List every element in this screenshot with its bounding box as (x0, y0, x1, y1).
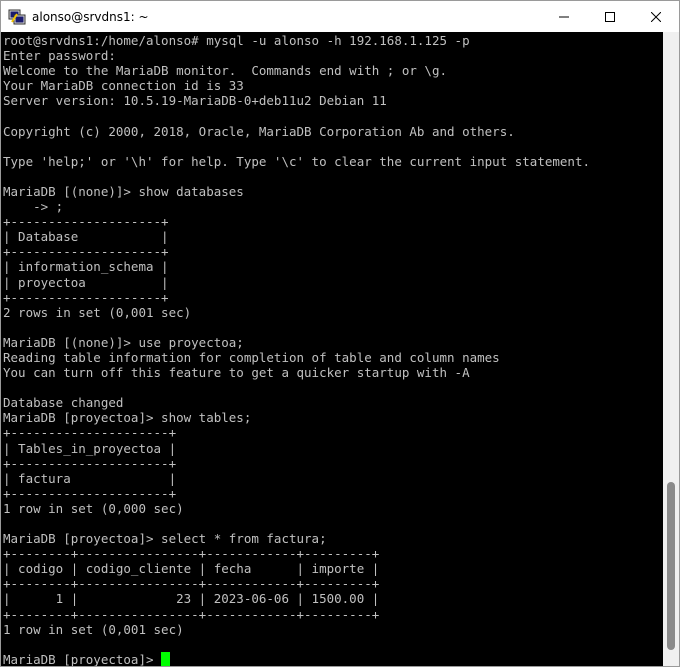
terminal-line: MariaDB [(none)]> show databases (3, 183, 244, 199)
terminal-line: +--------------------+ (3, 214, 169, 230)
terminal-line: +---------------------+ (3, 485, 177, 501)
scrollbar-thumb[interactable] (667, 482, 675, 650)
terminal-line: | 1 | 23 | 2023-06-06 | 1500.00 | (3, 591, 380, 607)
prompt-line: MariaDB [proyectoa]> (3, 651, 663, 666)
text-cursor (161, 651, 171, 666)
maximize-icon (605, 11, 615, 22)
terminal-line: +--------+----------------+------------+… (3, 576, 380, 592)
terminal-line: Your MariaDB connection id is 33 (3, 78, 244, 94)
terminal-line: MariaDB [proyectoa]> show tables; (3, 410, 252, 426)
terminal-line: Enter password: (3, 48, 116, 64)
terminal-line: | factura | (3, 470, 177, 486)
terminal-line: | Database | (3, 229, 169, 245)
terminal-line: MariaDB [(none)]> use proyectoa; (3, 334, 244, 350)
terminal-area[interactable]: root@srvdns1:/home/alonso# mysql -u alon… (1, 32, 663, 666)
terminal-line: +---------------------+ (3, 455, 177, 471)
terminal-line: -> ; (3, 199, 64, 215)
terminal-line: Copyright (c) 2000, 2018, Oracle, MariaD… (3, 123, 515, 139)
terminal-window: alonso@srvdns1: ~ root@srvdns1:/home/alo… (0, 0, 680, 667)
minimize-button[interactable] (541, 1, 587, 32)
prompt-text: MariaDB [proyectoa]> (3, 651, 162, 666)
terminal-line: | codigo | codigo_cliente | fecha | impo… (3, 561, 380, 577)
close-button[interactable] (633, 1, 679, 32)
terminal-line: MariaDB [proyectoa]> select * from factu… (3, 531, 327, 547)
terminal-line: 1 row in set (0,001 sec) (3, 621, 184, 637)
terminal-line: +--------+----------------+------------+… (3, 606, 380, 622)
terminal-line: 2 rows in set (0,001 sec) (3, 304, 192, 320)
terminal-line: +--------------------+ (3, 244, 169, 260)
terminal-line: Server version: 10.5.19-MariaDB-0+deb11u… (3, 93, 387, 109)
terminal-line: Reading table information for completion… (3, 349, 500, 365)
window-title: alonso@srvdns1: ~ (32, 9, 149, 24)
close-icon (651, 11, 661, 22)
maximize-button[interactable] (587, 1, 633, 32)
terminal-line: +--------+----------------+------------+… (3, 546, 380, 562)
terminal-line: Type 'help;' or '\h' for help. Type '\c'… (3, 153, 590, 169)
terminal-line: 1 row in set (0,000 sec) (3, 500, 184, 516)
minimize-icon (559, 16, 569, 17)
terminal-line: Welcome to the MariaDB monitor. Commands… (3, 63, 448, 79)
terminal-line: +--------------------+ (3, 289, 169, 305)
terminal-line: | Tables_in_proyectoa | (3, 440, 177, 456)
terminal-output: root@srvdns1:/home/alonso# mysql -u alon… (1, 32, 663, 666)
terminal-line: Database changed (3, 395, 124, 411)
vertical-scrollbar[interactable] (663, 32, 679, 666)
terminal-line: | information_schema | (3, 259, 169, 275)
terminal-line: | proyectoa | (3, 274, 169, 290)
terminal-line: You can turn off this feature to get a q… (3, 365, 470, 381)
window-controls (541, 1, 679, 32)
terminal-line: root@srvdns1:/home/alonso# mysql -u alon… (3, 33, 470, 48)
terminal-line: +---------------------+ (3, 425, 177, 441)
title-bar[interactable]: alonso@srvdns1: ~ (1, 1, 679, 32)
putty-icon (8, 9, 26, 24)
